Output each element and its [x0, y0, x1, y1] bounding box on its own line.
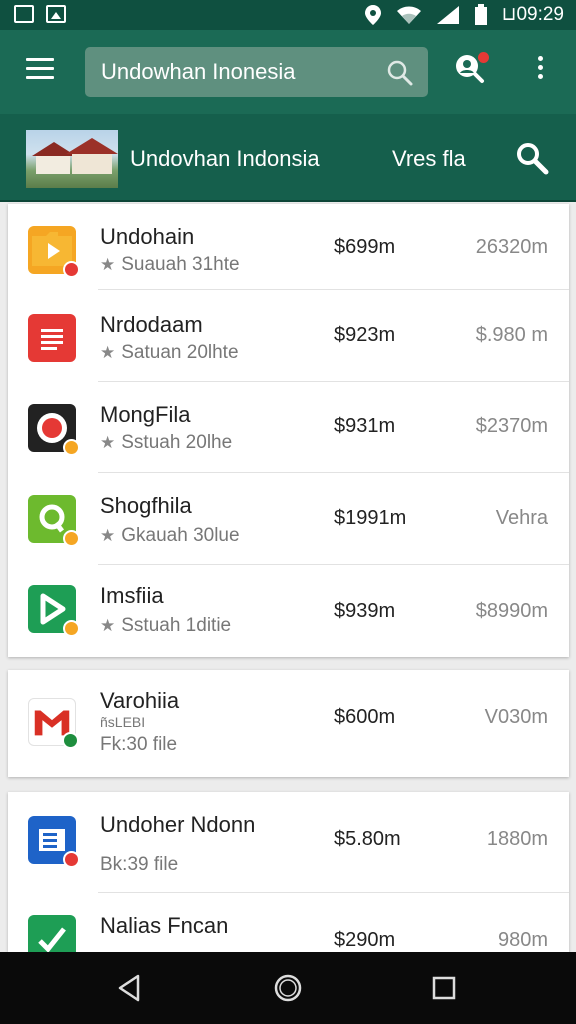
file-list-card: Varohiia ñsLEBI Fk:30 file $600m V030m: [8, 670, 569, 777]
item-title: Undoher Ndonn: [100, 812, 256, 837]
document-icon: [28, 314, 76, 362]
list-item[interactable]: Nrdodaam ★ Satuan 20lhte $923m $.980 m: [8, 290, 569, 382]
record-icon: [28, 404, 80, 456]
item-size: 26320m: [475, 236, 548, 258]
list-item[interactable]: MongFila ★ Sstuah 20lhe $931m $2370m: [8, 382, 569, 473]
item-subtitle: ★ Sstuah 20lhe: [100, 432, 233, 453]
item-subtitle: ★ Gkauah 30lue: [100, 525, 240, 546]
check-edit-icon: [28, 915, 76, 952]
item-size: 1880m: [486, 828, 548, 850]
item-subtitle: Bk:39 file: [100, 854, 179, 875]
back-icon[interactable]: [114, 972, 146, 1004]
app-bar: [0, 30, 576, 114]
list-item[interactable]: Imsfiia ★ Sstuah 1ditie $939m $8990m: [8, 565, 569, 657]
item-size: V030m: [484, 706, 548, 728]
notification-dot: [478, 52, 489, 63]
item-size: $8990m: [475, 600, 548, 622]
badge-icon: [62, 732, 79, 749]
image-icon: [14, 5, 34, 23]
battery-icon: [474, 3, 487, 25]
search-icon[interactable]: [386, 59, 414, 87]
list-item[interactable]: Shogfhila ★ Gkauah 30lue $1991m Vehra: [8, 473, 569, 565]
menu-button[interactable]: [26, 58, 54, 82]
featured-link[interactable]: Vres fla: [392, 146, 466, 172]
signal-icon: [436, 5, 459, 24]
item-size: $.980 m: [475, 324, 548, 346]
search-box[interactable]: [85, 47, 428, 97]
list-doc-icon: [28, 816, 80, 868]
status-bar: ⊔09:29: [0, 0, 576, 30]
star-icon: ★: [100, 526, 116, 545]
play-icon: [28, 585, 80, 637]
item-title: Nalias Fncan: [100, 913, 229, 938]
item-price: $699m: [334, 236, 396, 258]
item-subtitle: Fk:30 file: [100, 734, 178, 755]
star-icon: ★: [100, 343, 116, 362]
folder-play-icon: [28, 226, 80, 278]
item-title: MongFila: [100, 402, 191, 427]
item-title: Varohiia: [100, 688, 180, 713]
badge-icon: [63, 439, 80, 456]
item-title: Nrdodaam: [100, 312, 203, 337]
search-input[interactable]: [101, 55, 371, 89]
featured-title: Undovhan Indonsia: [130, 146, 320, 171]
item-subtitle: ★ Sstuah 1ditie: [100, 615, 232, 636]
item-size: Vehra: [495, 507, 548, 529]
item-subtitle: ★ Suauah 31hte: [100, 254, 240, 275]
item-price: $923m: [334, 324, 396, 346]
more-options-button[interactable]: [530, 56, 550, 88]
wifi-icon: [396, 6, 421, 24]
item-price: $939m: [334, 600, 396, 622]
location-icon: [364, 4, 381, 25]
item-price: $1991m: [334, 507, 407, 529]
gmail-icon: [28, 698, 79, 749]
badge-icon: [63, 851, 80, 868]
list-item[interactable]: Varohiia ñsLEBI Fk:30 file $600m V030m: [8, 670, 569, 777]
file-list-card: Undoher Ndonn Bk:39 file $5.80m 1880m Na…: [8, 792, 569, 952]
badge-icon: [63, 620, 80, 637]
home-icon[interactable]: [272, 972, 304, 1004]
item-size: 980m: [497, 929, 548, 951]
list-item[interactable]: Nalias Fncan $290m 980m: [8, 893, 569, 952]
item-title: Undohain: [100, 224, 195, 249]
list-item[interactable]: Undoher Ndonn Bk:39 file $5.80m 1880m: [8, 792, 569, 893]
search-icon[interactable]: [514, 140, 550, 176]
item-price: $5.80m: [334, 828, 401, 850]
file-list-card: Undohain ★ Suauah 31hte $699m 26320m Nrdo…: [8, 204, 569, 657]
featured-thumbnail[interactable]: [26, 130, 118, 188]
list-item[interactable]: Undohain ★ Suauah 31hte $699m 26320m: [8, 204, 569, 290]
notifications-button[interactable]: [452, 52, 489, 88]
photo-icon: [46, 5, 66, 23]
badge-icon: [63, 530, 80, 547]
recents-icon[interactable]: [428, 972, 460, 1004]
star-icon: ★: [100, 255, 116, 274]
featured-bar: Undovhan Indonsia Vres fla: [0, 114, 576, 202]
status-time: ⊔09:29: [501, 4, 564, 25]
item-price: $931m: [334, 415, 396, 437]
item-price: $600m: [334, 706, 396, 728]
star-icon: ★: [100, 433, 116, 452]
star-icon: ★: [100, 616, 116, 635]
item-size: $2370m: [475, 415, 548, 437]
item-subtitle-small: ñsLEBI: [100, 714, 146, 730]
system-nav-bar: [0, 952, 576, 1024]
map-pin-icon: [28, 495, 80, 547]
item-title: Shogfhila: [100, 493, 192, 518]
item-subtitle: ★ Satuan 20lhte: [100, 342, 239, 363]
badge-icon: [63, 261, 80, 278]
item-title: Imsfiia: [100, 583, 164, 608]
item-price: $290m: [334, 929, 396, 951]
